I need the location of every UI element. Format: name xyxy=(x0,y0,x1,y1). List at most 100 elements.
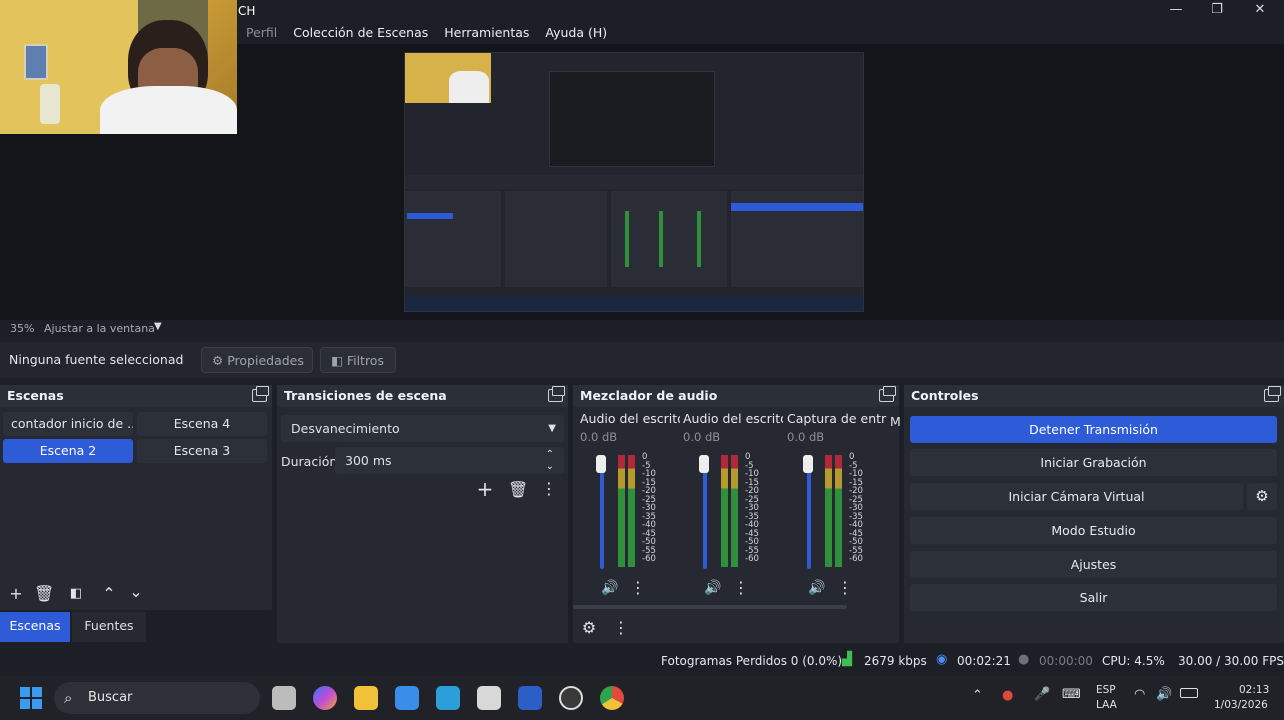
volume-slider-handle[interactable] xyxy=(699,455,709,473)
stop-stream-button[interactable]: Detener Transmisión xyxy=(910,416,1277,443)
scenes-title: Escenas xyxy=(0,385,272,407)
copilot-icon[interactable] xyxy=(313,686,337,710)
chevron-up-icon[interactable]: ⌃ xyxy=(972,688,983,703)
wall-picture xyxy=(24,44,48,80)
chevron-down-icon[interactable]: ▼ xyxy=(154,321,162,332)
file-explorer-icon[interactable] xyxy=(354,686,378,710)
filters-button[interactable]: ◧ Filtros xyxy=(320,347,396,373)
volume-icon[interactable]: 🔊 xyxy=(1156,687,1172,702)
meter-scale: 0 -5 -10 -15 -20 -25 -30 -35 -40 -45 -50 -55 -60 xyxy=(642,453,662,564)
scale-tick: -60 xyxy=(642,554,656,564)
chevron-down-icon[interactable]: ⌄ xyxy=(126,582,146,602)
trash-icon[interactable]: 🗑 xyxy=(34,584,54,604)
more-icon[interactable]: ⋮ xyxy=(837,578,853,598)
controls-title: Controles xyxy=(904,385,1284,407)
taskbar-search[interactable]: ⌕ Buscar xyxy=(54,682,260,714)
meter-scale: 0 -5 -10 -15 -20 -25 -30 -35 -40 -45 -50 -55 -60 xyxy=(849,453,869,564)
start-recording-button[interactable]: Iniciar Grabación xyxy=(910,449,1277,476)
clock-time[interactable]: 02:13 xyxy=(1239,684,1269,696)
word-icon[interactable] xyxy=(518,686,542,710)
channel-name: Captura de entra xyxy=(787,411,887,426)
store-icon[interactable] xyxy=(395,686,419,710)
tab-sources[interactable]: Fuentes xyxy=(72,612,146,642)
volume-slider-handle[interactable] xyxy=(803,455,813,473)
settings-button[interactable]: Ajustes xyxy=(910,551,1277,578)
fps: 30.00 / 30.00 FPS xyxy=(1178,654,1284,668)
scenes-dock: Escenas contador inicio de ... Escena 4 … xyxy=(0,385,272,610)
transitions-title: Transiciones de escena xyxy=(277,385,568,407)
volume-slider[interactable] xyxy=(703,459,707,569)
popout-icon[interactable] xyxy=(252,386,269,402)
speaker-icon[interactable]: 🔊 xyxy=(600,578,620,598)
clock-date[interactable]: 1/03/2026 xyxy=(1214,699,1268,711)
chevron-up-icon[interactable]: ⌃ xyxy=(99,584,119,604)
chrome-icon[interactable] xyxy=(600,686,624,710)
keyboard-icon[interactable]: ⌨ xyxy=(1062,687,1081,702)
tray-app-icon[interactable]: ● xyxy=(1002,688,1013,703)
virtual-camera-button[interactable]: Iniciar Cámara Virtual xyxy=(910,483,1243,510)
volume-slider-handle[interactable] xyxy=(596,455,606,473)
channel-db: 0.0 dB xyxy=(580,430,618,444)
volume-slider[interactable] xyxy=(807,459,811,569)
stream-time: 00:02:21 xyxy=(957,654,1011,668)
channel-db: 0.0 dB xyxy=(787,430,825,444)
properties-label: Propiedades xyxy=(227,352,304,368)
properties-button[interactable]: ⚙ Propiedades xyxy=(201,347,313,373)
menu-profile[interactable]: Perfil xyxy=(238,24,285,44)
keyboard-layout[interactable]: LAA xyxy=(1096,699,1117,711)
battery-icon[interactable] xyxy=(1180,688,1198,698)
close-button[interactable]: ✕ xyxy=(1240,0,1280,22)
windows-start-icon[interactable] xyxy=(20,687,42,709)
gear-icon[interactable]: ⚙ xyxy=(579,618,599,638)
popout-icon[interactable] xyxy=(1264,386,1281,402)
nested-transitions xyxy=(505,191,607,287)
search-placeholder: Buscar xyxy=(88,690,133,705)
cpu-usage: CPU: 4.5% xyxy=(1102,654,1165,668)
filter-icon[interactable]: ◧ xyxy=(66,584,86,604)
add-transition-icon[interactable]: + xyxy=(475,479,495,499)
volume-slider[interactable] xyxy=(600,459,604,569)
trash-icon[interactable]: 🗑 xyxy=(508,480,528,500)
studio-mode-button[interactable]: Modo Estudio xyxy=(910,517,1277,544)
scene-item[interactable]: Escena 4 xyxy=(137,412,267,436)
scene-item[interactable]: contador inicio de ... xyxy=(3,412,133,436)
channel-name: Audio del escrito xyxy=(580,411,680,426)
minimize-button[interactable]: — xyxy=(1156,0,1196,22)
maximize-button[interactable]: ❐ xyxy=(1197,0,1237,22)
chevron-down-icon[interactable]: ⌄ xyxy=(546,453,554,480)
task-view-icon[interactable] xyxy=(272,686,296,710)
add-scene-icon[interactable]: + xyxy=(6,584,26,604)
audio-channel: Audio del escrito 0.0 dB 0 -5 -10 -15 -20 -25… xyxy=(683,411,787,611)
more-icon[interactable]: ⋮ xyxy=(630,578,646,598)
more-icon[interactable]: ⋮ xyxy=(611,618,631,638)
wifi-icon[interactable]: ◠ xyxy=(1134,687,1145,702)
popout-icon[interactable] xyxy=(879,386,896,402)
zoom-mode-select[interactable]: Ajustar a la ventana xyxy=(44,322,155,335)
photos-icon[interactable] xyxy=(436,686,460,710)
transitions-dock: Transiciones de escena Desvanecimiento ▼… xyxy=(277,385,568,643)
snipping-tool-icon[interactable] xyxy=(477,686,501,710)
menu-help[interactable]: Ayuda (H) xyxy=(537,24,615,44)
controls-title-text: Controles xyxy=(911,388,979,403)
tab-scenes[interactable]: Escenas xyxy=(0,612,70,642)
speaker-icon[interactable]: 🔊 xyxy=(703,578,723,598)
stream-icon: ◉ xyxy=(936,652,948,667)
scene-item-selected[interactable]: Escena 2 xyxy=(3,439,133,463)
obs-icon[interactable] xyxy=(559,686,583,710)
language-code[interactable]: ESP xyxy=(1096,684,1116,696)
popout-icon[interactable] xyxy=(548,386,565,402)
duration-spinbox[interactable]: 300 ms ⌃ ⌄ xyxy=(335,447,564,474)
exit-button[interactable]: Salir xyxy=(910,584,1277,611)
nested-controls xyxy=(731,191,863,287)
menu-tools[interactable]: Herramientas xyxy=(436,24,537,44)
transition-select[interactable]: Desvanecimiento ▼ xyxy=(281,415,564,442)
more-icon[interactable]: ⋮ xyxy=(733,578,749,598)
speaker-icon[interactable]: 🔊 xyxy=(807,578,827,598)
filter-icon: ◧ xyxy=(331,352,343,368)
more-icon[interactable]: ⋮ xyxy=(539,479,559,499)
gear-icon[interactable]: ⚙ xyxy=(1247,483,1277,510)
scene-item[interactable]: Escena 3 xyxy=(137,439,267,463)
menu-scene-collection[interactable]: Colección de Escenas xyxy=(285,24,436,44)
microphone-icon[interactable]: 🎤 xyxy=(1034,687,1050,702)
duration-value: 300 ms xyxy=(345,453,392,468)
